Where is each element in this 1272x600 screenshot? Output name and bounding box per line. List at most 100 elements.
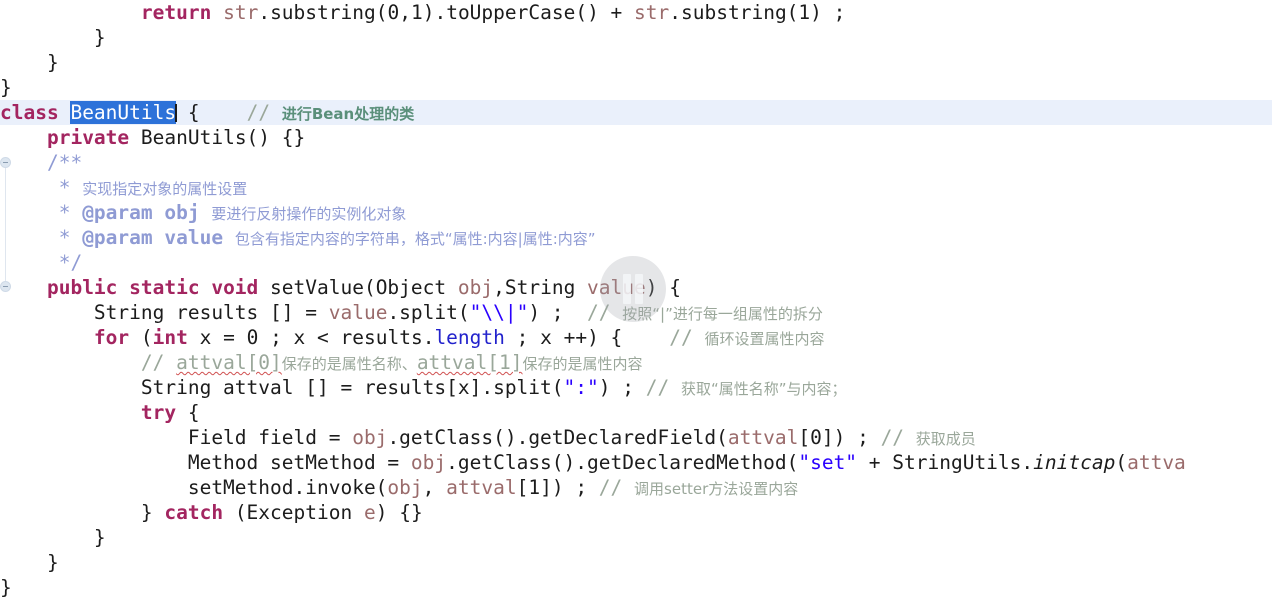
line-close-for[interactable]: } [0,525,1272,550]
token-plain: ( [1115,451,1128,474]
token-param: str [634,1,670,24]
line-setvalue-signature[interactable]: public static void setValue(Object obj,S… [0,275,1272,300]
token-plain: } [0,76,12,99]
token-plain: ) ; [598,376,646,399]
token-kw: return [140,1,212,24]
token-plain: .getClass().getDeclaredMethod( [446,451,799,474]
token-plain: x = [187,326,247,349]
token-plain: { [176,401,200,424]
token-plain: { [176,101,247,124]
token-plain: setMethod.invoke( [0,476,388,499]
token-plain: ) { [645,276,681,299]
line-get-declared-method[interactable]: Method setMethod = obj.getClass().getDec… [0,450,1272,475]
token-plain: setValue(Object [258,276,458,299]
token-cmt-sq: attval[1] [416,351,523,374]
line-comment-attval[interactable]: // attval[0]保存的是属性名称、attval[1]保存的是属性内容 [0,350,1272,375]
token-doc: */ [58,251,83,274]
token-doc-cn: 包含有指定内容的字符串，格式“属性:内容|属性:内容” [234,230,596,248]
token-param: value [587,276,646,299]
token-cmt-cn: 获取成员 [915,430,976,448]
line-javadoc-param-value[interactable]: * @param value 包含有指定内容的字符串，格式“属性:内容|属性:内… [0,225,1272,250]
token-doc: /** [46,151,83,174]
line-javadoc-close[interactable]: */ [0,250,1272,275]
code-content[interactable]: return str.substring(0,1).toUpperCase() … [0,0,1272,600]
token-plain: ) {} [375,501,423,524]
token-plain: } [0,501,165,524]
token-doc-tag: @param obj [82,201,200,224]
token-doc: * [58,226,83,249]
token-param: obj [387,476,423,499]
token-plain: } [0,576,12,599]
token-plain: ; x < results. [258,326,435,349]
token-cmt-cn: 按照“|”进行每一组属性的拆分 [622,305,823,323]
line-private-ctor[interactable]: private BeanUtils() {} [0,125,1272,150]
token-doc-cn: 要进行反射操作的实例化对象 [211,205,407,223]
token-plain: ]) ; [821,426,881,449]
code-editor[interactable]: return str.substring(0,1).toUpperCase() … [0,0,1272,600]
token-num: 1 [798,1,811,24]
token-plain: .substring( [669,1,799,24]
token-param: str [223,1,259,24]
token-str: "set" [798,451,858,474]
line-invoke-setter[interactable]: setMethod.invoke(obj, attval[1]) ; // 调用… [0,475,1272,500]
line-get-declared-field[interactable]: Field field = obj.getClass().getDeclared… [0,425,1272,450]
token-kw: for [93,326,130,349]
line-close-class[interactable]: } [0,575,1272,600]
token-num: 0 [387,1,400,24]
token-plain: .substring( [258,1,388,24]
token-param: attva [1127,451,1186,474]
line-javadoc-param-obj[interactable]: * @param obj 要进行反射操作的实例化对象 [0,200,1272,225]
line-return-substring[interactable]: return str.substring(0,1).toUpperCase() … [0,0,1272,25]
line-catch[interactable]: } catch (Exception e) {} [0,500,1272,525]
token-param: obj [410,451,447,474]
line-close-brace-2[interactable]: } [0,50,1272,75]
token-doc-tag: @param value [82,226,224,249]
token-sel: BeanUtils [70,101,177,124]
line-class-beanutils[interactable]: class BeanUtils { // 进行Bean处理的类 [0,100,1272,125]
token-plain: ; x ++) { [504,326,670,349]
token-plain: BeanUtils() {} [129,126,306,149]
line-javadoc-desc[interactable]: * 实现指定对象的属性设置 [0,175,1272,200]
token-cmt-cn: 保存的是属性内容 [522,355,643,373]
token-cmt: // [669,326,705,349]
token-cmt: // [140,351,177,374]
token-cmt-cn: 保存的是属性名称、 [281,355,417,373]
line-close-brace-3[interactable]: } [0,75,1272,100]
token-kw: class [0,101,59,124]
token-num: 1 [528,476,541,499]
token-doc [200,201,212,224]
line-for-loop[interactable]: for (int x = 0 ; x < results.length ; x … [0,325,1272,350]
line-close-brace-1[interactable]: } [0,25,1272,50]
token-plain: , [422,476,447,499]
token-plain: } [0,26,106,49]
token-doc: * [58,176,83,199]
token-plain: , [399,1,411,24]
token-plain: (Exception [223,501,364,524]
token-str: "\\|" [469,301,529,324]
token-kw: catch [164,501,224,524]
token-doc [223,226,235,249]
token-plain: ) ; [528,301,588,324]
token-plain: } [0,551,59,574]
token-field: length [434,326,505,349]
token-kw: try [140,401,177,424]
line-try-open[interactable]: try { [0,400,1272,425]
line-split-attval[interactable]: String attval [] = results[x].split(":")… [0,375,1272,400]
line-close-method[interactable]: } [0,550,1272,575]
line-javadoc-open[interactable]: /** [0,150,1272,175]
token-param: value [328,301,388,324]
token-doc-cn: 实现指定对象的属性设置 [82,180,248,198]
token-plain: Method setMethod = [0,451,411,474]
token-cmt-cn: 调用setter方法设置内容 [634,480,799,498]
token-plain: ( [129,326,153,349]
token-kw: public static void [46,276,259,299]
token-cmt: // [246,101,282,124]
line-split-results[interactable]: String results [] = value.split("\\|") ;… [0,300,1272,325]
token-cmt-cn: 获取“属性名称”与内容； [680,380,847,398]
